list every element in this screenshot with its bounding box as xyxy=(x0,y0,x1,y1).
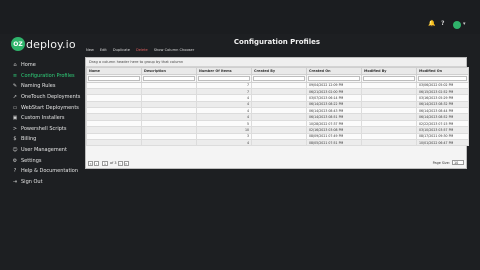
profiles-grid: Drag a column header here to group by th… xyxy=(85,57,469,169)
table-cell xyxy=(86,138,142,147)
sidebar-item-naming-rules[interactable]: ✎ Naming Rules xyxy=(11,81,80,92)
filter-cell xyxy=(196,74,252,83)
logo[interactable]: OZ deploy.io xyxy=(11,37,76,51)
sidebar-item-user-management[interactable]: ☺ User Management xyxy=(11,145,80,156)
sidebar-item-label: Help & Documentation xyxy=(21,168,79,175)
next-page-button[interactable]: › xyxy=(117,160,123,166)
filter-cell xyxy=(416,74,469,83)
table-cell: 4 xyxy=(196,138,252,147)
filter-name-input[interactable] xyxy=(88,76,140,81)
terminal-icon: > xyxy=(12,125,18,132)
filter-number-input[interactable] xyxy=(198,76,250,81)
box-icon: ▣ xyxy=(12,115,18,122)
sidebar-item-billing[interactable]: $ Billing xyxy=(11,134,80,145)
filter-created-on-input[interactable] xyxy=(308,76,360,81)
sidebar-item-powershell-scripts[interactable]: > Powershell Scripts xyxy=(11,124,80,135)
prev-page-button[interactable]: ‹ xyxy=(94,160,99,166)
user-avatar[interactable] xyxy=(453,21,461,29)
sign-out-icon: ⇥ xyxy=(12,178,18,185)
logo-badge: OZ xyxy=(11,37,25,51)
sidebar: OZ deploy.io ⌂ Home ≡ Configuration Profil… xyxy=(0,34,82,270)
filter-created-by-input[interactable] xyxy=(253,76,305,81)
sidebar-item-configuration-profiles[interactable]: ≡ Configuration Profiles xyxy=(11,71,80,82)
sidebar-item-label: OneTouch Deployments xyxy=(21,94,81,101)
sliders-icon: ≡ xyxy=(12,72,18,79)
first-page-button[interactable]: « xyxy=(88,160,93,166)
sidebar-item-label: User Management xyxy=(21,147,67,154)
page-size-select[interactable]: 10 xyxy=(452,160,464,165)
page-title: Configuration Profiles xyxy=(233,38,321,46)
column-chooser-button[interactable]: Show Column Chooser xyxy=(154,48,195,52)
sidebar-item-help-documentation[interactable]: ? Help & Documentation xyxy=(11,166,80,177)
sidebar-item-onetouch-deployments[interactable]: ➚ OneTouch Deployments xyxy=(11,92,80,103)
sidebar-item-label: Powershell Scripts xyxy=(21,125,67,132)
column-header-modified-on[interactable]: Modified On xyxy=(416,67,469,75)
filter-description-input[interactable] xyxy=(143,76,195,81)
bell-icon[interactable]: 🔔 xyxy=(428,20,435,27)
table-cell: 10/01/2022 06:47 PM xyxy=(416,138,469,147)
logo-name: deploy.io xyxy=(26,37,76,51)
filter-row xyxy=(86,74,469,83)
page-of-label: of xyxy=(110,161,114,165)
table-body: 7 09/04/2022 12:09 PM 03/06/2022 05:02 PM 7… xyxy=(86,81,469,147)
grid-toolbar: New Edit Duplicate Delete Show Column Ch… xyxy=(86,48,194,52)
edit-button[interactable]: Edit xyxy=(100,48,107,52)
table-cell xyxy=(141,138,197,147)
profiles-table: Name Description Number Of Items Created… xyxy=(86,67,469,147)
monitor-icon: ▭ xyxy=(12,104,18,111)
group-panel[interactable]: Drag a column header here to group by th… xyxy=(86,58,466,67)
duplicate-button[interactable]: Duplicate xyxy=(113,48,130,52)
filter-modified-by-input[interactable] xyxy=(363,76,415,81)
page-size-label: Page Size: xyxy=(432,160,450,165)
table-row[interactable]: 4 08/05/2021 07:51 PM 10/01/2022 06:47 PM xyxy=(86,138,469,147)
delete-button[interactable]: Delete xyxy=(136,48,148,52)
filter-modified-on-input[interactable] xyxy=(418,76,467,81)
sidebar-item-label: Settings xyxy=(21,157,42,164)
sidebar-item-label: Billing xyxy=(21,136,37,143)
rocket-icon: ➚ xyxy=(12,94,18,101)
filter-cell xyxy=(86,74,142,83)
filter-cell xyxy=(141,74,197,83)
table-cell: 08/05/2021 07:51 PM xyxy=(306,138,362,147)
filter-cell xyxy=(306,74,362,83)
sidebar-item-label: WebStart Deployments xyxy=(21,104,79,111)
gear-icon: ⚙ xyxy=(12,157,18,164)
table-cell xyxy=(251,138,307,147)
column-header-created-on[interactable]: Created On xyxy=(306,67,362,75)
sidebar-item-label: Custom Installers xyxy=(21,115,65,122)
dollar-icon: $ xyxy=(13,136,17,143)
help-circle-icon: ? xyxy=(13,168,17,175)
sidebar-item-sign-out[interactable]: ⇥ Sign Out xyxy=(11,177,80,188)
new-button[interactable]: New xyxy=(86,48,94,52)
users-icon: ☺ xyxy=(12,147,18,154)
column-header-description[interactable]: Description xyxy=(141,67,197,75)
sidebar-item-custom-installers[interactable]: ▣ Custom Installers xyxy=(11,113,80,124)
filter-cell xyxy=(251,74,307,83)
page-number-input[interactable]: 1 xyxy=(102,160,108,166)
sidebar-item-home[interactable]: ⌂ Home xyxy=(11,60,80,71)
total-pages: 3 xyxy=(114,161,117,165)
sidebar-item-label: Configuration Profiles xyxy=(21,72,75,79)
home-icon: ⌂ xyxy=(13,62,17,69)
sidebar-item-label: Home xyxy=(21,62,36,69)
pager: « ‹ 1 of 3 › » Page Size: 10 xyxy=(85,158,467,168)
last-page-button[interactable]: » xyxy=(123,160,129,166)
help-icon[interactable]: ? xyxy=(441,20,444,27)
chevron-down-icon[interactable]: ▾ xyxy=(463,21,466,27)
column-header-created-by[interactable]: Created By xyxy=(251,67,307,75)
sidebar-item-label: Sign Out xyxy=(21,178,43,185)
column-header-modified-by[interactable]: Modified By xyxy=(361,67,417,75)
top-bar: 🔔 ? ▾ xyxy=(0,0,480,34)
table-cell xyxy=(361,138,417,147)
sidebar-nav: ⌂ Home ≡ Configuration Profiles ✎ Naming Ru… xyxy=(11,60,80,187)
column-header-number-of-items[interactable]: Number Of Items xyxy=(196,67,252,75)
sidebar-item-settings[interactable]: ⚙ Settings xyxy=(11,155,80,166)
page-size-control: Page Size: 10 xyxy=(433,160,464,165)
filter-cell xyxy=(361,74,417,83)
sidebar-item-label: Naming Rules xyxy=(21,83,56,90)
header-row: Name Description Number Of Items Created… xyxy=(86,67,469,75)
sidebar-item-webstart-deployments[interactable]: ▭ WebStart Deployments xyxy=(11,102,80,113)
column-header-name[interactable]: Name xyxy=(86,67,142,75)
tag-icon: ✎ xyxy=(12,83,18,90)
